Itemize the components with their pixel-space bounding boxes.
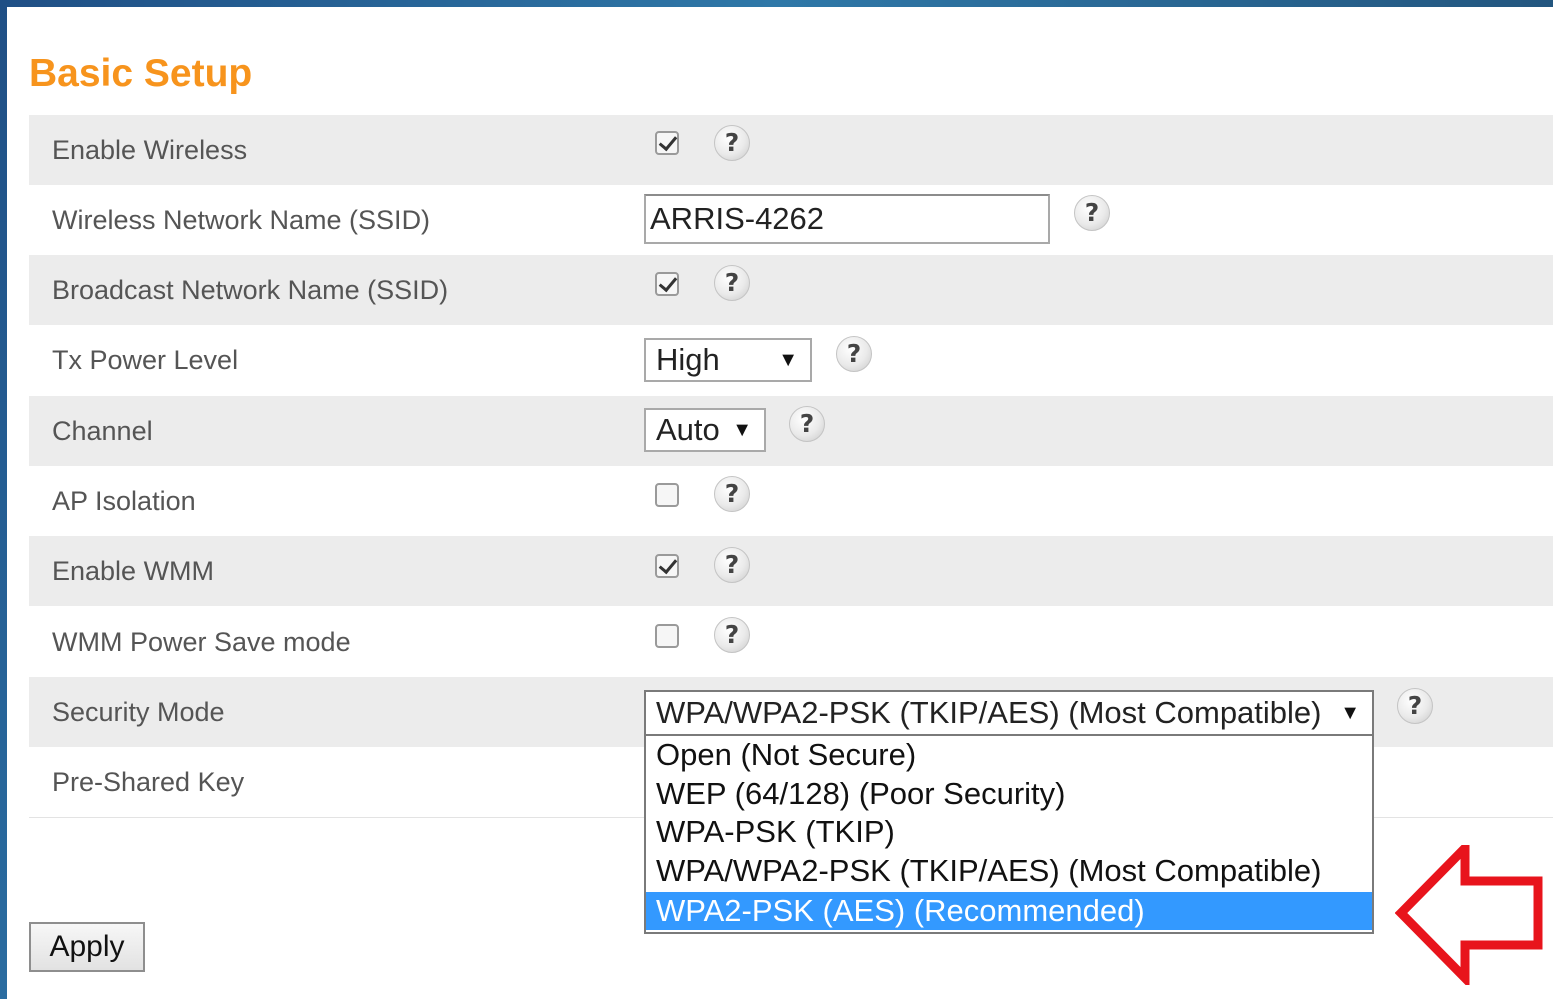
- row-ap-isolation: AP Isolation: [29, 466, 1553, 536]
- chevron-down-icon: ▼: [1340, 702, 1360, 724]
- tx-power-value: High: [656, 342, 720, 377]
- label-channel: Channel: [52, 416, 153, 446]
- help-icon-tx-power[interactable]: ?: [836, 336, 872, 372]
- red-arrow-left-icon: [1395, 845, 1543, 985]
- help-icon-security-mode[interactable]: ?: [1397, 688, 1433, 724]
- row-enable-wmm: Enable WMM: [29, 536, 1553, 606]
- ap-isolation-checkbox[interactable]: [655, 483, 679, 507]
- tx-power-select[interactable]: High ▼: [644, 338, 812, 382]
- row-broadcast-ssid: Broadcast Network Name (SSID): [29, 255, 1553, 325]
- label-ap-isolation: AP Isolation: [52, 486, 196, 516]
- help-icon-channel[interactable]: ?: [789, 406, 825, 442]
- security-mode-dropdown-list: Open (Not Secure) WEP (64/128) (Poor Sec…: [644, 734, 1374, 934]
- help-icon-ap-isolation[interactable]: ?: [714, 476, 750, 512]
- help-icon-wmm-power-save[interactable]: ?: [714, 617, 750, 653]
- security-mode-value: WPA/WPA2-PSK (TKIP/AES) (Most Compatible…: [656, 695, 1322, 730]
- security-option-wep[interactable]: WEP (64/128) (Poor Security): [646, 775, 1372, 813]
- security-option-wpa-psk[interactable]: WPA-PSK (TKIP): [646, 813, 1372, 851]
- label-pre-shared-key: Pre-Shared Key: [52, 767, 245, 797]
- label-tx-power: Tx Power Level: [52, 345, 239, 375]
- chevron-down-icon: ▼: [732, 419, 752, 441]
- label-enable-wireless: Enable Wireless: [52, 135, 248, 165]
- row-wmm-power-save: WMM Power Save mode: [29, 607, 1553, 677]
- help-icon-enable-wireless[interactable]: ?: [714, 125, 750, 161]
- label-broadcast-ssid: Broadcast Network Name (SSID): [52, 275, 449, 305]
- security-option-wpa-wpa2-psk[interactable]: WPA/WPA2-PSK (TKIP/AES) (Most Compatible…: [646, 852, 1372, 890]
- wmm-power-save-checkbox[interactable]: [655, 624, 679, 648]
- row-enable-wireless: Enable Wireless: [29, 115, 1553, 185]
- enable-wmm-checkbox[interactable]: [655, 554, 679, 578]
- channel-select[interactable]: Auto ▼: [644, 408, 766, 452]
- label-wmm-power-save: WMM Power Save mode: [52, 627, 351, 657]
- security-mode-select[interactable]: WPA/WPA2-PSK (TKIP/AES) (Most Compatible…: [644, 690, 1374, 736]
- channel-value: Auto: [656, 412, 720, 447]
- ssid-input[interactable]: ARRIS-4262: [644, 194, 1050, 244]
- help-icon-ssid[interactable]: ?: [1074, 195, 1110, 231]
- window-frame-left: [0, 0, 7, 999]
- broadcast-ssid-checkbox[interactable]: [655, 272, 679, 296]
- apply-button[interactable]: Apply: [29, 922, 145, 972]
- label-ssid: Wireless Network Name (SSID): [52, 205, 431, 235]
- help-icon-enable-wmm[interactable]: ?: [714, 547, 750, 583]
- security-option-wpa2-psk-aes[interactable]: WPA2-PSK (AES) (Recommended): [646, 892, 1372, 930]
- security-option-open[interactable]: Open (Not Secure): [646, 736, 1372, 774]
- help-icon-broadcast-ssid[interactable]: ?: [714, 265, 750, 301]
- window-frame-top: [0, 0, 1553, 7]
- label-enable-wmm: Enable WMM: [52, 556, 215, 586]
- label-security-mode: Security Mode: [52, 697, 225, 727]
- page-title: Basic Setup: [29, 52, 253, 95]
- enable-wireless-checkbox[interactable]: [655, 131, 679, 155]
- chevron-down-icon: ▼: [778, 349, 798, 371]
